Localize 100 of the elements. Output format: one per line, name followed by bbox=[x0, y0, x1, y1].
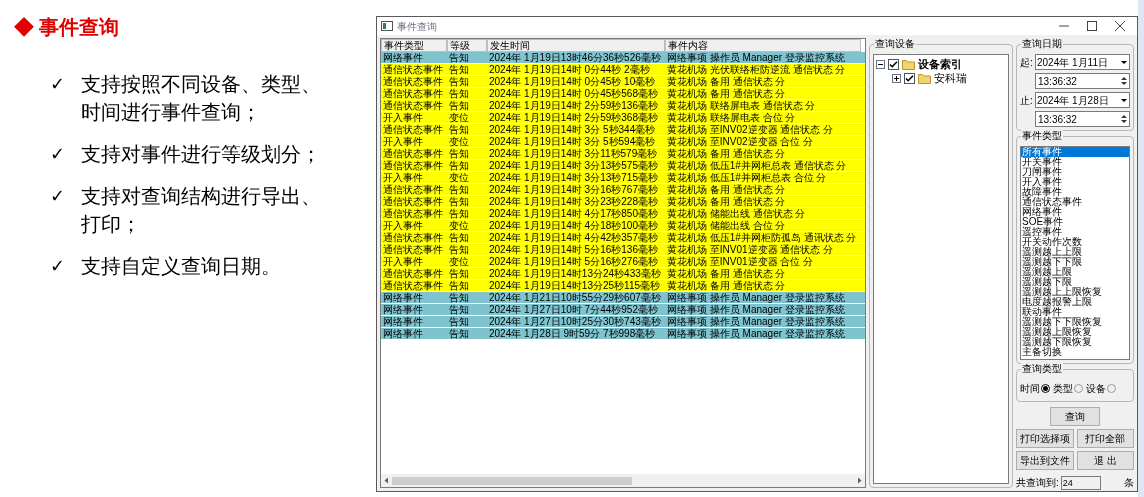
list-item[interactable]: 开关事件 bbox=[1021, 157, 1129, 167]
column-header[interactable]: 发生时间 bbox=[487, 39, 665, 52]
column-header[interactable]: 事件内容 bbox=[665, 39, 861, 52]
column-header[interactable]: 事件类型 bbox=[381, 39, 447, 52]
scroll-thumb[interactable] bbox=[392, 476, 632, 485]
table-cell-text: 变位 bbox=[448, 112, 470, 123]
table-cell-text: 告知 bbox=[448, 208, 470, 219]
list-item[interactable]: 通信状态事件 bbox=[1021, 197, 1129, 207]
table-cell-text: 告知 bbox=[448, 52, 470, 63]
collapse-icon[interactable] bbox=[876, 59, 885, 69]
button[interactable]: 查询 bbox=[1050, 407, 1100, 426]
radio-button[interactable] bbox=[1074, 384, 1083, 393]
maximize-icon[interactable] bbox=[1087, 21, 1097, 31]
table-cell-text: 2024年 1月19日14时 5分16秒276毫秒 bbox=[488, 256, 659, 267]
list-item[interactable]: 遥测越下限 bbox=[1021, 277, 1129, 287]
table-row[interactable]: 开入事件 变位 2024年 1月19日14时 3分 5秒594毫秒 黄花机场 至INV02逆变器 合位 分 bbox=[381, 136, 865, 148]
list-item[interactable]: 主备切换 bbox=[1021, 347, 1129, 357]
list-item[interactable]: 故障事件 bbox=[1021, 187, 1129, 197]
list-item[interactable]: 遥测越下下限恢复 bbox=[1021, 317, 1129, 327]
table-row[interactable]: 通信状态事件 告知 2024年 1月19日14时 2分59秒136毫秒 黄花机场 联络屏电表 通信状态 分 bbox=[381, 100, 865, 112]
list-item[interactable]: 开关动作次数 bbox=[1021, 237, 1129, 247]
group-label: 查询日期 bbox=[1021, 38, 1063, 50]
checkbox[interactable] bbox=[888, 58, 899, 70]
radio-button[interactable] bbox=[1041, 384, 1050, 393]
list-item[interactable]: 所有事件 bbox=[1021, 147, 1129, 157]
table-row[interactable]: 通信状态事件 告知 2024年 1月19日14时 4分17秒850毫秒 黄花机场 储能出线 通信状态 分 bbox=[381, 208, 865, 220]
list-item[interactable]: 遥测越下下限 bbox=[1021, 257, 1129, 267]
radio-label: 设备 bbox=[1086, 382, 1106, 396]
table-row[interactable]: 开入事件 变位 2024年 1月19日14时 3分13秒715毫秒 黄花机场 低压1#并网柜总表 合位 分 bbox=[381, 172, 865, 184]
table-row[interactable]: 通信状态事件 告知 2024年 1月19日14时 5分16秒136毫秒 黄花机场 至INV01逆变器 通信状态 分 bbox=[381, 244, 865, 256]
table-cell-text: 网络事项 操作员 Manager 登录监控系统 bbox=[666, 304, 846, 315]
table-row[interactable]: 通信状态事件 告知 2024年 1月19日14时 0分45秒568毫秒 黄花机场 备用 通信状态 分 bbox=[381, 88, 865, 100]
table-row[interactable]: 通信状态事件 告知 2024年 1月19日14时 3分23秒228毫秒 黄花机场 备用 通信状态 分 bbox=[381, 196, 865, 208]
scroll-right-icon[interactable] bbox=[856, 477, 863, 484]
table-row[interactable]: 网络事件 告知 2024年 1月27日10时 7分44秒952毫秒 网络事项 操作员 Manager 登录监控系统 bbox=[381, 304, 865, 316]
list-item[interactable]: 遥控事件 bbox=[1021, 227, 1129, 237]
table-cell-text: 通信状态事件 bbox=[382, 64, 444, 75]
table-row[interactable]: 通信状态事件 告知 2024年 1月19日14时 0分45秒 10毫秒 黄花机场 备用 通信状态 分 bbox=[381, 76, 865, 88]
count-label: 共查询到: bbox=[1016, 476, 1059, 490]
scroll-left-icon[interactable] bbox=[383, 477, 390, 484]
list-item[interactable]: 开入事件 bbox=[1021, 177, 1129, 187]
table-row[interactable]: 通信状态事件 告知 2024年 1月19日14时 3分 5秒344毫秒 黄花机场 至INV02逆变器 通信状态 分 bbox=[381, 124, 865, 136]
time-spinner[interactable]: 13:36:32 bbox=[1035, 111, 1130, 127]
table-row[interactable]: 通信状态事件 告知 2024年 1月19日14时13分24秒433毫秒 黄花机场 备用 通信状态 分 bbox=[381, 268, 865, 280]
table-cell-text: 黄花机场 备用 通信状态 分 bbox=[666, 88, 787, 99]
column-header[interactable]: 等级 bbox=[447, 39, 487, 52]
table-row[interactable]: 通信状态事件 告知 2024年 1月19日14时13分25秒115毫秒 黄花机场 备用 通信状态 分 bbox=[381, 280, 865, 292]
button[interactable]: 打印全部 bbox=[1076, 429, 1134, 448]
table-cell-text: 2024年 1月19日14时13分24秒433毫秒 bbox=[488, 268, 662, 279]
folder-icon bbox=[918, 72, 931, 84]
date-picker[interactable]: 2024年 1月28日 bbox=[1035, 92, 1130, 108]
table-row[interactable]: 通信状态事件 告知 2024年 1月19日14时 3分11秒579毫秒 黄花机场 备用 通信状态 分 bbox=[381, 148, 865, 160]
table-cell-text: 2024年 1月19日14时 3分13秒715毫秒 bbox=[488, 172, 659, 183]
horizontal-scrollbar[interactable] bbox=[381, 474, 865, 487]
table-row[interactable]: 通信状态事件 告知 2024年 1月19日14时 3分13秒575毫秒 黄花机场 低压1#并网柜总表 通信状态 分 bbox=[381, 160, 865, 172]
table-cell-text: 2024年 1月19日14时 3分23秒228毫秒 bbox=[488, 196, 659, 207]
table-row[interactable]: 通信状态事件 告知 2024年 1月19日14时 0分44秒 2毫秒 黄花机场 光伏联络柜防逆流 通信状态 分 bbox=[381, 64, 865, 76]
table-cell-text: 2024年 1月19日14时 0分45秒 10毫秒 bbox=[488, 76, 657, 87]
list-item[interactable]: SOE事件 bbox=[1021, 217, 1129, 227]
window-title: 事件查询 bbox=[397, 19, 437, 34]
time-spinner[interactable]: 13:36:32 bbox=[1035, 73, 1130, 89]
table-row[interactable]: 网络事件 告知 2024年 1月19日13时46分36秒526毫秒 网络事项 操作员 Manager 登录监控系统 bbox=[381, 52, 865, 64]
table-cell-text: 网络事件 bbox=[382, 316, 424, 327]
table-row[interactable]: 开入事件 变位 2024年 1月19日14时 2分59秒368毫秒 黄花机场 联络屏电表 合位 分 bbox=[381, 112, 865, 124]
list-item[interactable]: 遥测越上上限恢复 bbox=[1021, 287, 1129, 297]
radio-button[interactable] bbox=[1107, 384, 1116, 393]
time-value: 13:36:32 bbox=[1037, 74, 1077, 89]
list-item[interactable]: 遥测越下限恢复 bbox=[1021, 337, 1129, 347]
date-picker[interactable]: 2024年 1月11日 bbox=[1035, 54, 1130, 70]
table-cell-text: 开入事件 bbox=[382, 136, 424, 147]
close-icon[interactable] bbox=[1115, 21, 1125, 31]
list-item[interactable]: 网络事件 bbox=[1021, 207, 1129, 217]
button[interactable]: 导出到文件 bbox=[1016, 451, 1074, 470]
expand-icon[interactable] bbox=[892, 73, 901, 83]
date-value: 2024年 1月28日 bbox=[1036, 93, 1109, 108]
list-item[interactable]: 遥测越上限恢复 bbox=[1021, 327, 1129, 337]
table-cell-text: 告知 bbox=[448, 124, 470, 135]
table-row[interactable]: 网络事件 告知 2024年 1月27日10时25分30秒743毫秒 网络事项 操作员 Manager 登录监控系统 bbox=[381, 316, 865, 328]
list-item[interactable]: 刀闸事件 bbox=[1021, 167, 1129, 177]
check-mark: ✓ bbox=[50, 255, 65, 278]
checkbox[interactable] bbox=[904, 72, 915, 84]
button[interactable]: 退 出 bbox=[1076, 451, 1134, 470]
table-cell-text: 黄花机场 光伏联络柜防逆流 通信状态 分 bbox=[666, 64, 847, 75]
table-row[interactable]: 通信状态事件 告知 2024年 1月19日14时 4分42秒357毫秒 黄花机场 低压1#并网柜防孤岛 通讯状态 分 bbox=[381, 232, 865, 244]
bullet-text: 支持自定义查询日期。 bbox=[81, 254, 282, 279]
table-row[interactable]: 网络事件 告知 2024年 1月21日10时55分29秒607毫秒 网络事项 操作员 Manager 登录监控系统 bbox=[381, 292, 865, 304]
list-item[interactable]: 电度越报警上限 bbox=[1021, 297, 1129, 307]
table-row[interactable]: 开入事件 变位 2024年 1月19日14时 4分18秒100毫秒 黄花机场 储能出线 合位 分 bbox=[381, 220, 865, 232]
list-item[interactable]: 联动事件 bbox=[1021, 307, 1129, 317]
table-cell-text: 告知 bbox=[448, 160, 470, 171]
spinner-icon[interactable] bbox=[1120, 113, 1128, 125]
list-item[interactable]: 遥测越上上限 bbox=[1021, 247, 1129, 257]
spinner-icon[interactable] bbox=[1120, 75, 1128, 87]
table-row[interactable]: 开入事件 变位 2024年 1月19日14时 5分16秒276毫秒 黄花机场 至INV01逆变器 合位 分 bbox=[381, 256, 865, 268]
button[interactable]: 打印选择项 bbox=[1016, 429, 1074, 448]
list-item[interactable]: 遥测越上限 bbox=[1021, 267, 1129, 277]
table-row[interactable]: 网络事件 告知 2024年 1月28日 9时59分 7秒998毫秒 网络事项 操作员 Manager 登录监控系统 bbox=[381, 328, 865, 340]
table-cell-text: 通信状态事件 bbox=[382, 124, 444, 135]
table-cell-text: 通信状态事件 bbox=[382, 232, 444, 243]
table-row[interactable]: 通信状态事件 告知 2024年 1月19日14时 3分16秒767毫秒 黄花机场 备用 通信状态 分 bbox=[381, 184, 865, 196]
